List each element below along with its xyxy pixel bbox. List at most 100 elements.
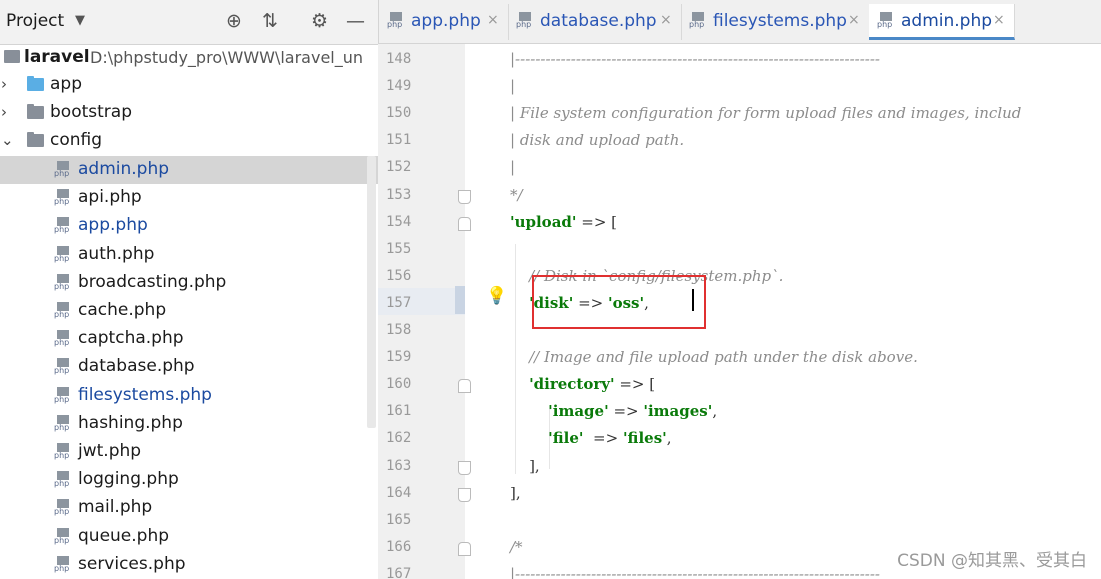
tree-file-captcha[interactable]: php captcha.php bbox=[0, 325, 378, 353]
line-number: 167 bbox=[386, 565, 412, 579]
code-line[interactable]: | File system configuration for form upl… bbox=[510, 104, 1021, 122]
tree-file-broadcasting[interactable]: php broadcasting.php bbox=[0, 269, 378, 297]
php-file-icon: php bbox=[54, 499, 72, 518]
code-line[interactable]: ], bbox=[510, 484, 521, 502]
code-line[interactable]: 'upload' => [ bbox=[510, 213, 617, 231]
php-file-icon: php bbox=[54, 386, 72, 406]
chevron-right-icon[interactable]: › bbox=[1, 76, 7, 92]
project-view-selector[interactable]: Project bbox=[6, 11, 64, 31]
code-operator: => [ bbox=[614, 375, 656, 394]
close-icon[interactable]: × bbox=[487, 12, 499, 28]
tree-file-hashing[interactable]: php hashing.php bbox=[0, 410, 378, 438]
code-operator bbox=[510, 294, 529, 312]
code-line[interactable]: 'directory' => [ bbox=[510, 375, 655, 393]
code-line[interactable]: 'image' => 'images', bbox=[510, 402, 717, 420]
fold-marker-icon[interactable] bbox=[458, 541, 471, 556]
close-icon[interactable]: × bbox=[848, 12, 860, 28]
change-marker[interactable] bbox=[455, 286, 465, 314]
folder-icon bbox=[27, 104, 44, 119]
fold-marker-icon[interactable] bbox=[458, 216, 471, 231]
line-number: 157 bbox=[386, 294, 412, 311]
tree-root-laravel[interactable]: laravel D:\phpstudy_pro\WWW\laravel_un bbox=[0, 44, 378, 71]
code-line[interactable]: ], bbox=[510, 457, 540, 475]
caret-down-icon[interactable]: ▼ bbox=[75, 13, 85, 28]
fold-marker-icon[interactable] bbox=[458, 379, 471, 394]
tree-file-jwt[interactable]: php jwt.php bbox=[0, 438, 378, 466]
code-line[interactable]: |---------------------------------------… bbox=[510, 50, 880, 68]
code-string: 'images' bbox=[643, 402, 713, 421]
line-number: 160 bbox=[386, 376, 412, 393]
line-number: 164 bbox=[386, 484, 412, 501]
tree-folder-bootstrap[interactable]: › bootstrap bbox=[0, 99, 378, 127]
root-folder-name: laravel bbox=[24, 47, 90, 67]
line-number: 166 bbox=[386, 538, 412, 555]
line-number: 151 bbox=[386, 132, 412, 149]
fold-marker-icon[interactable] bbox=[458, 487, 471, 502]
line-number: 165 bbox=[386, 511, 412, 528]
tree-file-database[interactable]: php database.php bbox=[0, 353, 378, 381]
tree-file-label: queue.php bbox=[78, 525, 170, 546]
fold-marker-icon[interactable] bbox=[458, 189, 471, 204]
tree-file-admin[interactable]: php admin.php bbox=[0, 156, 378, 184]
code-line[interactable]: |---------------------------------------… bbox=[510, 565, 880, 579]
tree-file-filesystems[interactable]: php filesystems.php bbox=[0, 382, 378, 410]
tree-file-cache[interactable]: php cache.php bbox=[0, 297, 378, 325]
tree-file-queue[interactable]: php queue.php bbox=[0, 523, 378, 551]
annotation-highlight-box bbox=[532, 275, 706, 329]
code-line[interactable]: 'file' => 'files', bbox=[510, 429, 672, 448]
tab-label: admin.php bbox=[901, 11, 993, 31]
tree-folder-label: app bbox=[50, 74, 82, 94]
code-line[interactable]: */ bbox=[510, 186, 523, 204]
tree-file-api[interactable]: php api.php bbox=[0, 184, 378, 212]
code-comment: // Image and file upload path under the … bbox=[510, 348, 918, 367]
tab-database[interactable]: php database.php × bbox=[508, 4, 682, 40]
code-comment: | bbox=[510, 77, 516, 96]
tree-file-label: captcha.php bbox=[78, 328, 184, 349]
code-comment: | File system configuration for form upl… bbox=[510, 104, 1022, 123]
code-operator bbox=[510, 429, 548, 447]
code-line[interactable]: | disk and upload path. bbox=[510, 131, 684, 149]
tree-file-auth[interactable]: php auth.php bbox=[0, 241, 378, 269]
close-icon[interactable]: × bbox=[993, 12, 1005, 28]
tree-file-app[interactable]: php app.php bbox=[0, 212, 378, 240]
php-file-icon: php bbox=[54, 273, 72, 293]
tab-label: filesystems.php bbox=[713, 11, 847, 31]
tab-app[interactable]: php app.php × bbox=[379, 4, 509, 40]
line-number: 153 bbox=[386, 186, 412, 203]
code-operator: , bbox=[666, 429, 672, 448]
tab-label: app.php bbox=[411, 11, 481, 31]
code-operator: ], bbox=[510, 483, 521, 502]
code-line[interactable]: // Image and file upload path under the … bbox=[510, 348, 918, 366]
tree-folder-app[interactable]: › app bbox=[0, 71, 378, 99]
code-operator: ], bbox=[510, 456, 540, 475]
code-line[interactable]: | bbox=[510, 77, 515, 95]
tree-folder-config[interactable]: ⌄ config bbox=[0, 127, 378, 155]
folder-icon bbox=[27, 132, 44, 147]
gear-icon[interactable]: ⚙ bbox=[311, 10, 328, 32]
tab-filesystems[interactable]: php filesystems.php × bbox=[681, 4, 870, 40]
tree-file-mail[interactable]: php mail.php bbox=[0, 494, 378, 522]
target-icon[interactable]: ⊕ bbox=[226, 10, 242, 32]
collapse-icon[interactable]: ⇅ bbox=[262, 10, 278, 32]
php-file-icon: php bbox=[689, 12, 707, 31]
tree-folder-label: config bbox=[50, 130, 103, 150]
tab-admin[interactable]: php admin.php × bbox=[869, 4, 1015, 40]
chevron-right-icon[interactable]: › bbox=[1, 104, 7, 120]
tree-file-label: auth.php bbox=[78, 243, 155, 264]
project-panel-scrollbar[interactable] bbox=[367, 156, 376, 428]
fold-marker-icon[interactable] bbox=[458, 460, 471, 475]
line-number: 152 bbox=[386, 159, 412, 176]
code-line[interactable]: /* bbox=[510, 538, 523, 556]
code-line[interactable]: | bbox=[510, 158, 515, 176]
chevron-down-icon[interactable]: ⌄ bbox=[1, 132, 14, 148]
minimize-icon[interactable]: — bbox=[346, 10, 365, 32]
lightbulb-icon[interactable]: 💡 bbox=[486, 286, 507, 306]
close-icon[interactable]: × bbox=[660, 12, 672, 28]
tree-file-logging[interactable]: php logging.php bbox=[0, 466, 378, 494]
project-panel: Project ▼ ⊕ ⇅ ⚙ — laravel D:\phpstudy_pr… bbox=[0, 0, 378, 579]
tree-file-services[interactable]: php services.php bbox=[0, 551, 378, 579]
php-file-icon: php bbox=[54, 358, 72, 377]
line-number: 159 bbox=[386, 349, 412, 366]
tree-file-label: database.php bbox=[78, 356, 195, 377]
code-editor[interactable]: 148 149 150 151 152 153 154 155 156 157 158 159 160 1… bbox=[378, 44, 1101, 579]
